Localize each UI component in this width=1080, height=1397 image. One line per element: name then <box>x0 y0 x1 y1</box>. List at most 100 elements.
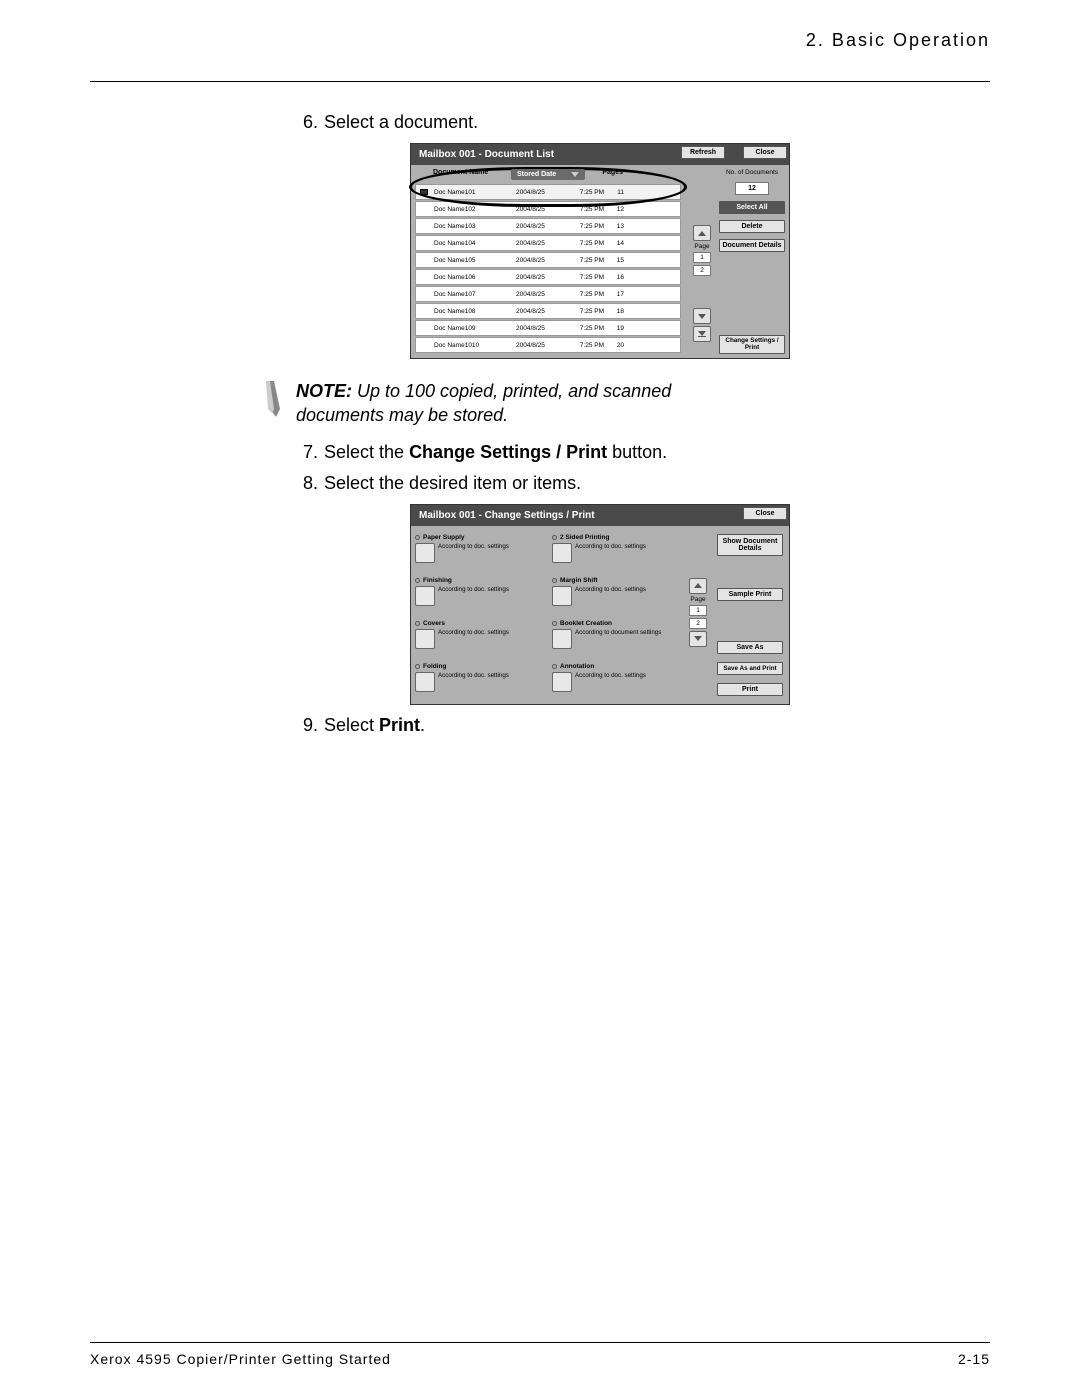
cell-date: 2004/8/25 <box>516 274 568 281</box>
sample-print-button[interactable]: Sample Print <box>717 588 783 601</box>
option-value: According to doc. settings <box>438 543 509 563</box>
table-row[interactable]: Doc Name1032004/8/257:25 PM13 <box>415 218 681 234</box>
fig-change-settings: Mailbox 001 - Change Settings / Print Cl… <box>410 504 790 705</box>
cell-time: 7:25 PM <box>568 342 604 349</box>
step-7-num: 7. <box>290 442 318 463</box>
step-9-pre: Select <box>324 715 379 735</box>
cell-date: 2004/8/25 <box>516 291 568 298</box>
print-option[interactable]: AnnotationAccording to doc. settings <box>552 663 681 696</box>
radio-icon <box>552 578 557 583</box>
step-8: 8. Select the desired item or items. <box>290 473 990 494</box>
step-7-bold: Change Settings / Print <box>409 442 607 462</box>
radio-icon <box>415 578 420 583</box>
table-row[interactable]: Doc Name1042004/8/257:25 PM14 <box>415 235 681 251</box>
note-row: NOTE: Up to 100 copied, printed, and sca… <box>260 379 990 428</box>
cell-name: Doc Name105 <box>434 257 516 264</box>
print-option[interactable]: Margin ShiftAccording to doc. settings <box>552 577 681 610</box>
table-row[interactable]: Doc Name10102004/8/257:25 PM20 <box>415 337 681 353</box>
cell-name: Doc Name109 <box>434 325 516 332</box>
page-1: 1 <box>693 252 711 263</box>
col-stored-date-label: Stored Date <box>517 171 556 178</box>
table-row[interactable]: Doc Name1082004/8/257:25 PM18 <box>415 303 681 319</box>
cell-pages: 19 <box>604 325 624 332</box>
fig2-scroll-up-button[interactable] <box>689 578 707 594</box>
refresh-button[interactable]: Refresh <box>681 146 725 159</box>
option-preview-box <box>415 629 435 649</box>
print-option[interactable]: FinishingAccording to doc. settings <box>415 577 544 610</box>
option-preview-box <box>415 672 435 692</box>
cell-pages: 11 <box>604 189 624 196</box>
save-as-and-print-button[interactable]: Save As and Print <box>717 662 783 675</box>
print-option[interactable]: Paper SupplyAccording to doc. settings <box>415 534 544 567</box>
step-7: 7. Select the Change Settings / Print bu… <box>290 442 990 463</box>
print-option[interactable]: CoversAccording to doc. settings <box>415 620 544 653</box>
print-option[interactable]: 2 Sided Printing According to doc. settin… <box>552 534 681 567</box>
step-6: 6. Select a document. <box>290 112 990 133</box>
fig2-page-label: Page <box>690 596 705 603</box>
option-value: According to doc. settings <box>438 672 509 692</box>
radio-icon <box>415 664 420 669</box>
cell-name: Doc Name104 <box>434 240 516 247</box>
cell-time: 7:25 PM <box>568 206 604 213</box>
step-8-text: Select the desired item or items. <box>324 473 581 494</box>
print-option[interactable]: Booklet CreationAccording to document se… <box>552 620 681 653</box>
fig2-scroll-down-button[interactable] <box>689 631 707 647</box>
table-row[interactable]: Doc Name1062004/8/257:25 PM16 <box>415 269 681 285</box>
close-button[interactable]: Close <box>743 146 787 159</box>
cell-time: 7:25 PM <box>568 257 604 264</box>
scroll-down-button[interactable] <box>693 308 711 324</box>
cell-date: 2004/8/25 <box>516 342 568 349</box>
step-9: 9. Select Print. <box>290 715 990 736</box>
num-docs-label: No. of Documents <box>719 169 785 176</box>
scroll-up-button[interactable] <box>693 225 711 241</box>
table-row[interactable]: Doc Name1012004/8/257:25 PM11 <box>415 184 681 200</box>
cell-time: 7:25 PM <box>568 308 604 315</box>
option-preview-box <box>552 543 572 563</box>
table-row[interactable]: Doc Name1052004/8/257:25 PM15 <box>415 252 681 268</box>
cell-name: Doc Name106 <box>434 274 516 281</box>
table-row[interactable]: Doc Name1022004/8/257:25 PM12 <box>415 201 681 217</box>
delete-button[interactable]: Delete <box>719 220 785 233</box>
cell-date: 2004/8/25 <box>516 189 568 196</box>
save-as-button[interactable]: Save As <box>717 641 783 654</box>
pen-icon <box>260 379 290 419</box>
option-label: Finishing <box>423 577 452 584</box>
scroll-bottom-button[interactable] <box>693 326 711 342</box>
cell-pages: 13 <box>604 223 624 230</box>
fig2-title: Mailbox 001 - Change Settings / Print <box>419 510 595 521</box>
option-label: Margin Shift <box>560 577 598 584</box>
fig2-page-2: 2 <box>689 618 707 629</box>
footer-rule <box>90 1342 990 1343</box>
step-9-bold: Print <box>379 715 420 735</box>
fig2-close-button[interactable]: Close <box>743 507 787 520</box>
table-row[interactable]: Doc Name1092004/8/257:25 PM19 <box>415 320 681 336</box>
show-doc-details-button[interactable]: Show Document Details <box>717 534 783 556</box>
cell-pages: 12 <box>604 206 624 213</box>
chapter-header: 2. Basic Operation <box>90 30 990 57</box>
fig2-titlebar: Mailbox 001 - Change Settings / Print <box>411 505 789 526</box>
table-row[interactable]: Doc Name1072004/8/257:25 PM17 <box>415 286 681 302</box>
cell-time: 7:25 PM <box>568 325 604 332</box>
cell-date: 2004/8/25 <box>516 206 568 213</box>
change-settings-print-button[interactable]: Change Settings / Print <box>719 335 785 354</box>
select-all-button[interactable]: Select All <box>719 201 785 214</box>
option-preview-box <box>415 543 435 563</box>
option-label: Folding <box>423 663 446 670</box>
footer-book: Xerox 4595 Copier/Printer Getting Starte… <box>90 1351 391 1367</box>
print-option[interactable]: Folding According to doc. settings <box>415 663 544 696</box>
radio-icon <box>552 621 557 626</box>
fig2-page-1: 1 <box>689 605 707 616</box>
radio-icon <box>415 621 420 626</box>
step-9-post: . <box>420 715 425 735</box>
col-stored-date[interactable]: Stored Date <box>511 169 585 180</box>
doc-details-button[interactable]: Document Details <box>719 239 785 252</box>
radio-icon <box>552 535 557 540</box>
step-9-num: 9. <box>290 715 318 736</box>
option-value: According to document settings <box>575 629 661 649</box>
option-label: 2 Sided Printing <box>560 534 609 541</box>
footer-page: 2-15 <box>958 1351 990 1367</box>
print-button[interactable]: Print <box>717 683 783 696</box>
cell-pages: 20 <box>604 342 624 349</box>
option-value: According to doc. settings <box>575 543 646 563</box>
sort-down-icon <box>571 172 579 177</box>
